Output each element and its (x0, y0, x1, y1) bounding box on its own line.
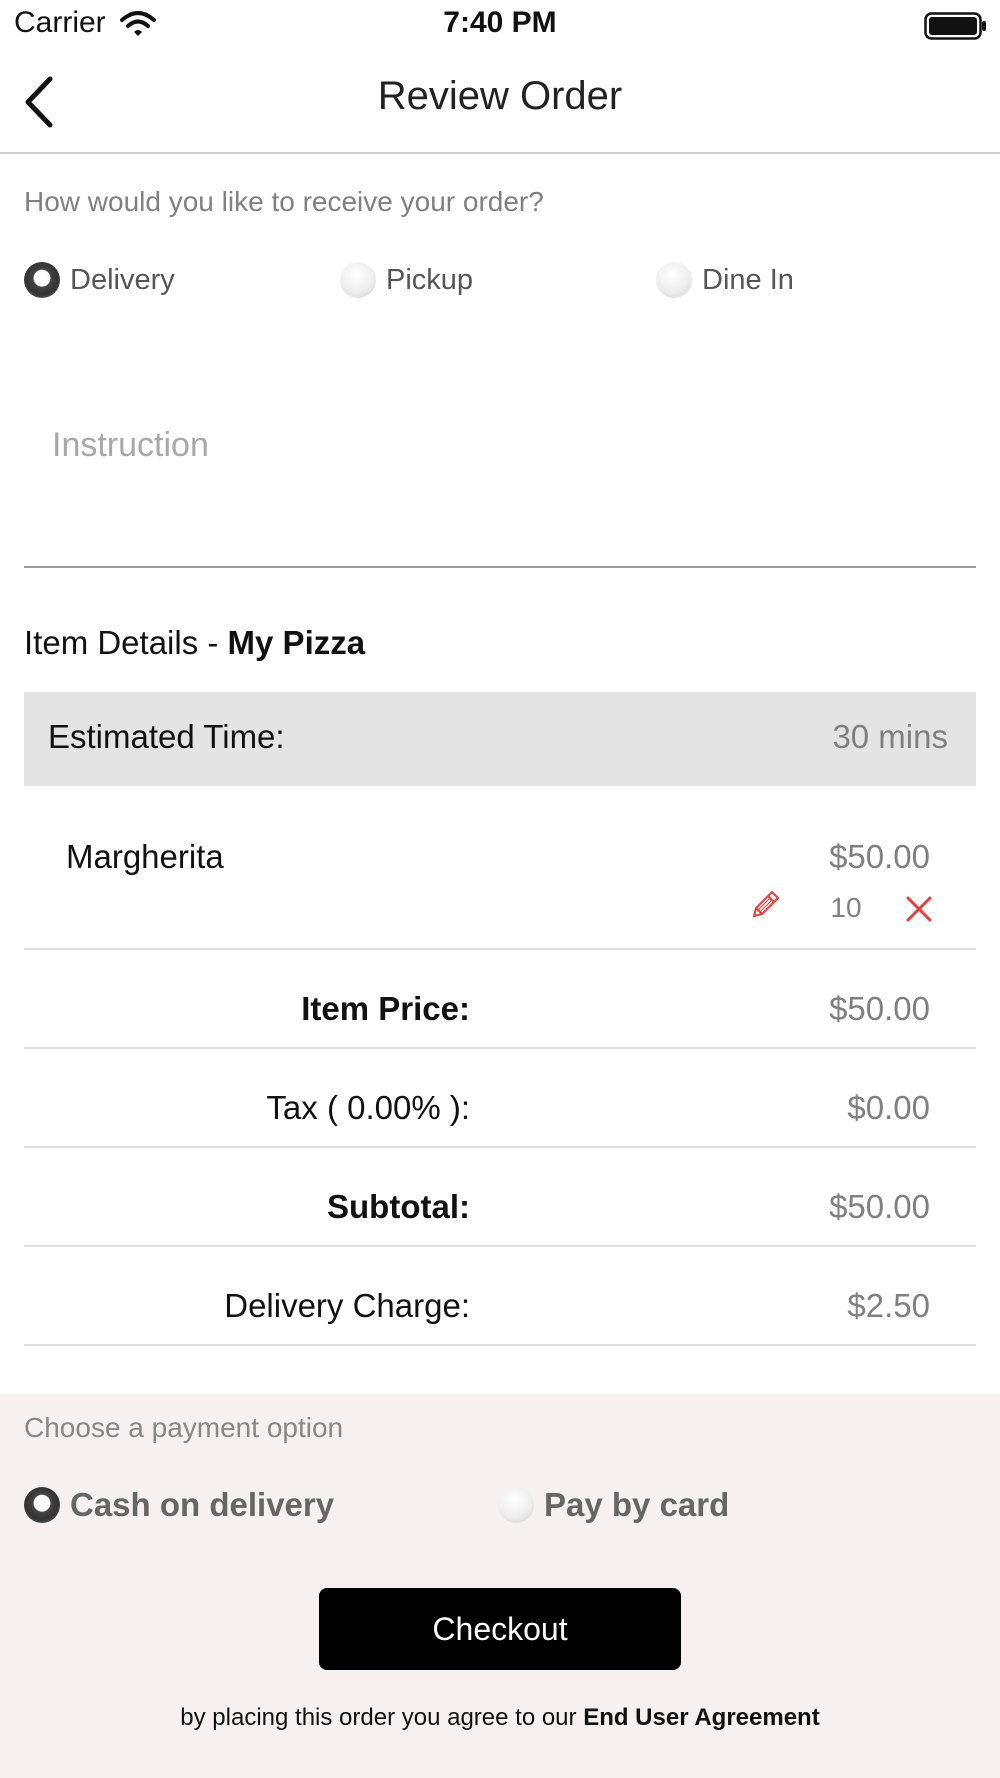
divider (24, 1146, 976, 1148)
page-title: Review Order (377, 74, 623, 118)
radio-label: Pay by card (544, 1486, 730, 1523)
estimated-time-bar: Estimated Time: 30 mins (24, 692, 976, 786)
summary-label: Tax ( 0.00% ): (266, 1089, 470, 1126)
radio-selected-icon (24, 1487, 60, 1523)
pencil-icon (752, 890, 780, 918)
divider (24, 948, 976, 950)
estimated-time-label: Estimated Time: (48, 718, 285, 755)
payment-label: Choose a payment option (24, 1412, 344, 1443)
estimated-time-value: 30 mins (832, 718, 948, 755)
radio-dine-in[interactable]: Dine In (656, 262, 794, 298)
summary-value: $2.50 (847, 1287, 930, 1324)
radio-label: Cash on delivery (70, 1486, 335, 1523)
store-name: My Pizza (227, 624, 366, 661)
remove-item-button[interactable] (904, 894, 934, 929)
item-price: $50.00 (829, 838, 930, 875)
item-quantity: 10 (830, 892, 862, 923)
radio-label: Pickup (386, 263, 474, 296)
summary-value: $50.00 (829, 990, 930, 1027)
radio-unselected-icon (498, 1487, 534, 1523)
summary-label: Subtotal: (327, 1188, 470, 1225)
end-user-agreement-link[interactable]: End User Agreement (583, 1704, 820, 1731)
radio-unselected-icon (340, 262, 376, 298)
radio-label: Delivery (70, 263, 175, 296)
item-name: Margherita (66, 838, 224, 875)
radio-delivery[interactable]: Delivery (24, 262, 175, 298)
radio-unselected-icon (656, 262, 692, 298)
summary-value: $0.00 (847, 1089, 930, 1126)
edit-button[interactable] (748, 888, 782, 927)
clock: 7:40 PM (443, 6, 557, 39)
agreement-text: by placing this order you agree to our E… (0, 1704, 1000, 1732)
nav-divider (0, 152, 1000, 154)
summary-value: $50.00 (829, 1188, 930, 1225)
divider (24, 1245, 976, 1247)
divider (24, 1344, 976, 1346)
payment-panel: Choose a payment option Cash on delivery… (0, 1394, 1000, 1778)
divider (24, 1047, 976, 1049)
radio-pickup[interactable]: Pickup (340, 262, 473, 298)
battery-icon (924, 12, 988, 45)
item-details-heading: Item Details - My Pizza (24, 624, 365, 662)
summary-label: Item Price: (301, 990, 470, 1027)
agreement-prefix: by placing this order you agree to our (180, 1704, 584, 1731)
radio-selected-icon (24, 262, 60, 298)
radio-pay-by-card[interactable]: Pay by card (498, 1486, 729, 1524)
radio-cash-on-delivery[interactable]: Cash on delivery (24, 1486, 334, 1524)
summary-label: Delivery Charge: (224, 1287, 470, 1324)
radio-label: Dine In (702, 263, 794, 296)
checkout-button[interactable]: Checkout (319, 1588, 681, 1670)
receive-question: How would you like to receive your order… (24, 186, 544, 217)
close-icon (906, 896, 932, 922)
item-details-prefix: Item Details - (24, 624, 228, 661)
instruction-input[interactable] (24, 400, 976, 568)
